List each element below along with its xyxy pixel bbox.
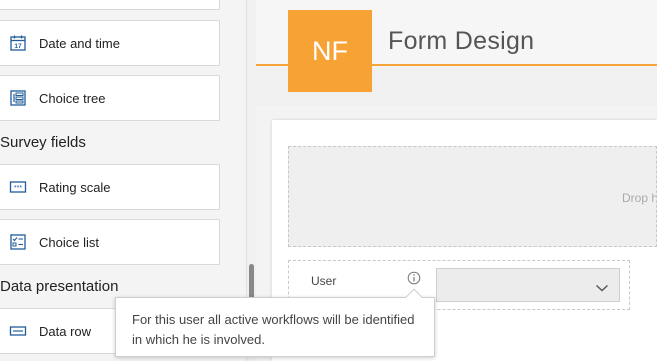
- checklist-icon: [9, 233, 27, 251]
- section-title-data-presentation: Data presentation: [0, 278, 119, 295]
- toolbox-item-rating-scale[interactable]: *** Rating scale: [0, 164, 220, 210]
- datarow-icon: [9, 322, 27, 340]
- field-label: User: [311, 274, 337, 288]
- toolbox-item-label: Rating scale: [39, 179, 111, 195]
- section-title-survey-fields: Survey fields: [0, 134, 86, 151]
- svg-text:***: ***: [14, 185, 22, 192]
- app-logo: NF: [288, 10, 372, 92]
- toolbox-item-label: Data row: [39, 323, 92, 339]
- calendar-icon: 17: [9, 34, 27, 52]
- toolbox-item-partial[interactable]: [0, 0, 220, 10]
- svg-text:17: 17: [14, 43, 22, 50]
- info-icon[interactable]: [407, 271, 421, 285]
- chevron-down-icon: [595, 280, 609, 292]
- tree-icon: [9, 89, 27, 107]
- rating-icon: ***: [9, 178, 27, 196]
- user-select[interactable]: [436, 268, 620, 302]
- toolbox-item-date-and-time[interactable]: 17 Date and time: [0, 20, 220, 66]
- drop-hint: Drop h: [622, 191, 657, 205]
- tooltip-text: For this user all active workflows will …: [132, 312, 415, 347]
- toolbox-item-label: Choice tree: [39, 90, 106, 106]
- toolbox-item-choice-tree[interactable]: Choice tree: [0, 75, 220, 121]
- toolbox-item-label: Choice list: [39, 234, 99, 250]
- page-title: Form Design: [388, 27, 535, 55]
- info-tooltip: For this user all active workflows will …: [115, 288, 435, 357]
- toolbox-item-label: Date and time: [39, 35, 120, 51]
- toolbox-item-choice-list[interactable]: Choice list: [0, 219, 220, 265]
- drop-zone[interactable]: Drop h: [288, 146, 657, 247]
